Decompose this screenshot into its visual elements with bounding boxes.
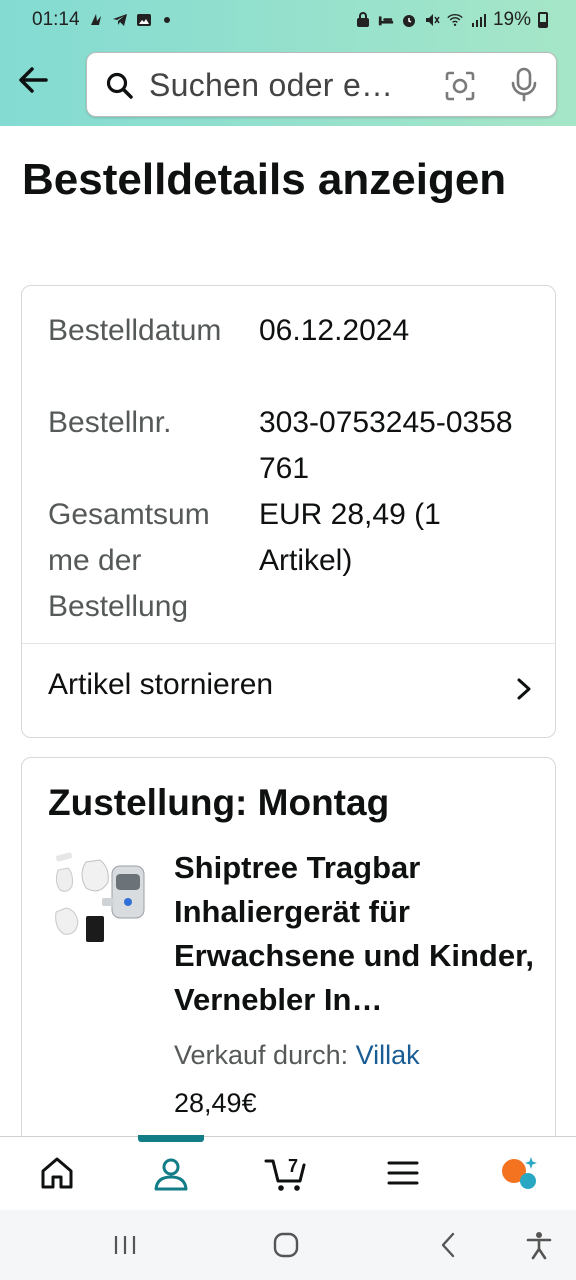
nav-account-icon[interactable] [151, 1153, 191, 1193]
mute-icon [424, 12, 440, 28]
product-image[interactable] [50, 852, 150, 952]
cart-count: 7 [288, 1156, 298, 1176]
signal-icon [470, 12, 486, 28]
back-button-icon[interactable] [433, 1230, 463, 1260]
delivery-card: Zustellung: Montag Shiptree Tragbar Inha… [21, 757, 556, 1157]
nav-cart-icon[interactable]: 7 [264, 1153, 310, 1193]
page-title: Bestelldetails anzeigen [22, 155, 507, 204]
seller-prefix: Verkauf durch: [174, 1040, 356, 1070]
active-tab-indicator [138, 1135, 204, 1142]
order-number-value: 303-0753245-0358761 [259, 406, 513, 485]
nav-home-icon[interactable] [37, 1153, 77, 1193]
nav-assistant-icon[interactable] [500, 1153, 540, 1193]
app-notification-icon [88, 12, 104, 28]
camera-search-icon[interactable] [443, 69, 477, 103]
order-total-value: EUR 28,49 (1 Artikel) [259, 498, 441, 577]
battery-percent: 19% [492, 9, 531, 30]
lock-status-icon [355, 12, 371, 28]
recent-apps-icon[interactable] [110, 1230, 140, 1260]
microphone-icon[interactable] [509, 67, 539, 103]
order-date-label: Bestelldatum [48, 314, 222, 347]
cancel-items-button[interactable]: Artikel stornieren [22, 644, 555, 738]
bottom-navigation: 7 [0, 1135, 576, 1210]
status-time: 01:14 [32, 9, 80, 30]
more-notifications-dot [163, 17, 170, 23]
sleep-mode-icon [378, 12, 394, 28]
alarm-icon [401, 12, 417, 28]
search-bar[interactable]: Suchen oder e… [86, 52, 557, 117]
search-input[interactable]: Suchen oder e… [149, 67, 393, 104]
product-price: 28,49€ [174, 1088, 257, 1118]
home-button-icon[interactable] [271, 1230, 301, 1260]
cancel-items-label: Artikel stornieren [48, 668, 274, 701]
search-icon [105, 71, 135, 101]
gallery-icon [136, 12, 152, 28]
seller-link[interactable]: Villak [356, 1040, 420, 1070]
seller-info: Verkauf durch: Villak [174, 1040, 420, 1071]
battery-icon [538, 12, 548, 28]
chevron-right-icon [511, 674, 537, 704]
delivery-heading: Zustellung: Montag [48, 782, 390, 823]
app-header: 01:14 19% Suchen oder e… [0, 0, 576, 126]
accessibility-icon[interactable] [524, 1230, 554, 1260]
nav-menu-icon[interactable] [383, 1153, 423, 1193]
order-summary-card: Bestelldatum 06.12.2024 Bestellnr. 303-0… [21, 285, 556, 738]
product-title-link[interactable]: Shiptree Tragbar Inhaliergerät für Erwac… [174, 846, 539, 1022]
order-total-label: Gesamtsumme der Bestellung [48, 498, 210, 623]
order-date-value: 06.12.2024 [259, 314, 410, 347]
back-arrow-icon[interactable] [16, 62, 52, 98]
status-bar: 01:14 19% [0, 0, 576, 42]
order-number-label: Bestellnr. [48, 406, 172, 439]
wifi-icon [447, 12, 463, 28]
telegram-icon [112, 12, 128, 28]
system-navigation-bar [0, 1210, 576, 1280]
